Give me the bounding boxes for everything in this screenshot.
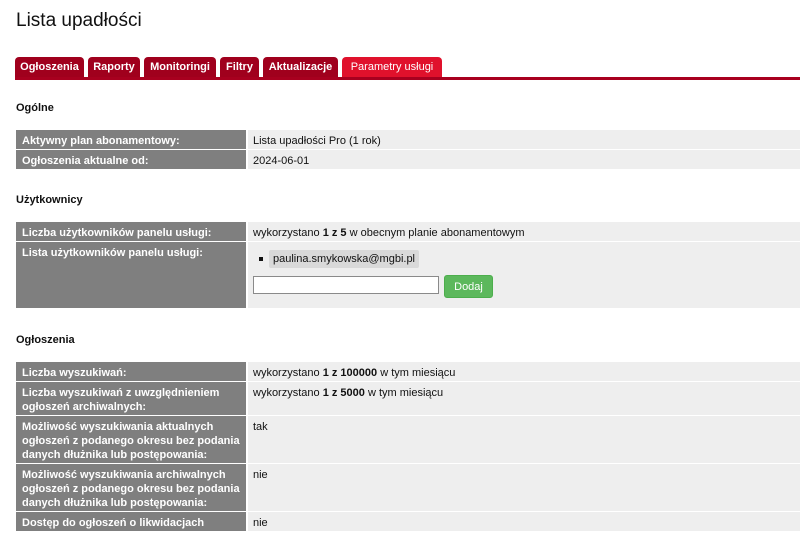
row-label: Możliwość wyszukiwania archiwalnych ogło… — [16, 464, 246, 511]
tab-raporty[interactable]: Raporty — [88, 57, 140, 77]
row-label: Aktywny plan abonamentowy: — [16, 130, 246, 149]
tab-monitoringi[interactable]: Monitoringi — [144, 57, 216, 77]
row-value: nie — [248, 464, 800, 511]
new-user-input[interactable] — [253, 276, 439, 294]
value-bold: 1 z 5 — [322, 227, 347, 239]
row-label: Liczba wyszukiwań: — [16, 362, 246, 381]
value-suffix: w obecnym planie abonamentowym — [346, 227, 525, 239]
page-title: Lista upadłości — [16, 10, 142, 31]
table-row: Dostęp do ogłoszeń o likwidacjach spółek… — [16, 512, 800, 543]
row-value: wykorzystano 1 z 5000 w tym miesiącu — [248, 382, 800, 415]
table-row: Możliwość wyszukiwania archiwalnych ogło… — [16, 464, 800, 511]
value-suffix: w tym miesiącu — [377, 367, 456, 379]
table-row: Liczba wyszukiwań: wykorzystano 1 z 1000… — [16, 362, 800, 381]
row-label: Ogłoszenia aktualne od: — [16, 150, 246, 169]
value-prefix: wykorzystano — [253, 387, 323, 399]
value-bold: 1 z 5000 — [322, 387, 365, 399]
value-prefix: wykorzystano — [253, 227, 323, 239]
table-row: Liczba wyszukiwań z uwzględnieniem ogłos… — [16, 382, 800, 415]
tab-aktualizacje[interactable]: Aktualizacje — [263, 57, 338, 77]
row-label: Możliwość wyszukiwania aktualnych ogłosz… — [16, 416, 246, 463]
table-row: Aktywny plan abonamentowy: Lista upadłoś… — [16, 130, 800, 149]
row-value: wykorzystano 1 z 100000 w tym miesiącu — [248, 362, 800, 381]
tab-parametry-uslugi[interactable]: Parametry usługi — [342, 57, 442, 77]
row-value: nie — [248, 512, 800, 531]
row-label: Lista użytkowników panelu usługi: — [16, 242, 246, 308]
row-value: Lista upadłości Pro (1 rok) — [248, 130, 800, 149]
bullet-icon — [259, 257, 263, 261]
table-row: Możliwość wyszukiwania aktualnych ogłosz… — [16, 416, 800, 463]
section-title-announcements: Ogłoszenia — [16, 334, 75, 346]
value-text: tak — [253, 421, 268, 433]
value-prefix: wykorzystano — [253, 367, 323, 379]
user-email: paulina.smykowska@mgbi.pl — [269, 250, 420, 268]
row-label: Dostęp do ogłoszeń o likwidacjach spółek… — [16, 512, 246, 543]
value-text: nie — [253, 517, 268, 529]
user-list: paulina.smykowska@mgbi.pl — [253, 250, 795, 268]
row-value: tak — [248, 416, 800, 463]
tab-ogloszenia[interactable]: Ogłoszenia — [15, 57, 84, 77]
section-title-users: Użytkownicy — [16, 194, 83, 206]
value-bold: 1 z 100000 — [322, 367, 378, 379]
value-text: nie — [253, 469, 268, 481]
tab-filtry[interactable]: Filtry — [220, 57, 259, 77]
table-row: Liczba użytkowników panelu usługi: wykor… — [16, 222, 800, 241]
tab-bar: Ogłoszenia Raporty Monitoringi Filtry Ak… — [15, 57, 800, 80]
add-user-button[interactable]: Dodaj — [444, 275, 493, 298]
page: Lista upadłości Ogłoszenia Raporty Monit… — [0, 0, 800, 545]
list-item: paulina.smykowska@mgbi.pl — [253, 250, 795, 268]
row-value: wykorzystano 1 z 5 w obecnym planie abon… — [248, 222, 800, 241]
value-suffix: w tym miesiącu — [364, 387, 444, 399]
row-label: Liczba użytkowników panelu usługi: — [16, 222, 246, 241]
table-row: Ogłoszenia aktualne od: 2024-06-01 — [16, 150, 800, 169]
section-title-general: Ogólne — [16, 102, 54, 114]
row-value: paulina.smykowska@mgbi.pl — [248, 242, 800, 308]
row-value: 2024-06-01 — [248, 150, 800, 169]
table-row-users: Lista użytkowników panelu usługi: paulin… — [16, 242, 800, 308]
row-label: Liczba wyszukiwań z uwzględnieniem ogłos… — [16, 382, 246, 415]
